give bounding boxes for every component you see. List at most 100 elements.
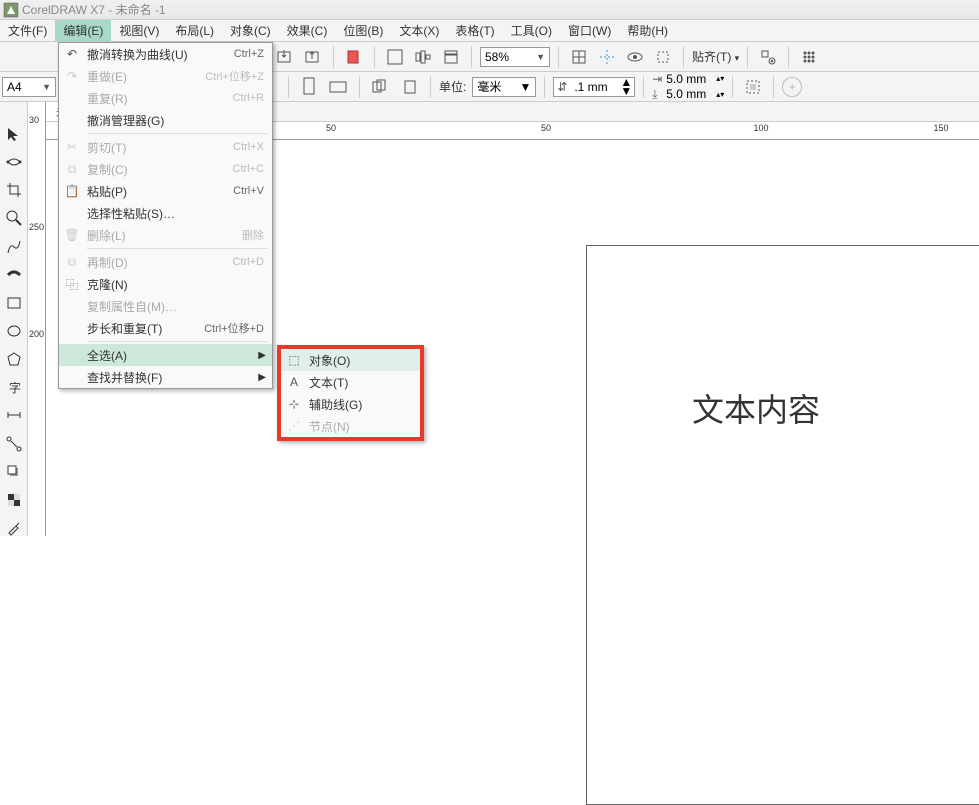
units-selector[interactable]: 毫米 ▼ xyxy=(472,77,536,97)
polygon-tool-icon[interactable] xyxy=(3,351,25,367)
guides-icon: ⊹ xyxy=(285,397,303,411)
plus-icon: + xyxy=(789,80,796,94)
sample-text-object[interactable]: 文本内容 xyxy=(692,385,820,431)
menu-step-repeat[interactable]: 步长和重复(T)Ctrl+位移+D xyxy=(59,317,272,339)
clone-icon: ⿻ xyxy=(63,276,81,293)
app-launcher-icon[interactable] xyxy=(797,45,821,69)
zoom-value: 58% xyxy=(485,50,509,64)
add-preset-button[interactable]: + xyxy=(782,77,802,97)
app-title: CorelDRAW X7 - 未命名 -1 xyxy=(22,1,166,18)
paper-size-selector[interactable]: A4 ▼ xyxy=(2,77,56,97)
dup-y-icon: ⤓ xyxy=(652,87,666,102)
nodes-icon: ⋰ xyxy=(285,419,303,433)
nudge-distance-input[interactable]: ⇵ .1 mm ▲▼ xyxy=(553,77,635,97)
eyedropper-tool-icon[interactable] xyxy=(3,520,25,536)
duplicate-icon: ⧉ xyxy=(63,255,81,270)
text-tool-icon[interactable]: 字 xyxy=(3,379,25,395)
copy-icon: ⧉ xyxy=(63,162,81,177)
drop-shadow-tool-icon[interactable] xyxy=(3,464,25,480)
menu-bitmap[interactable]: 位图(B) xyxy=(335,20,391,41)
ellipse-tool-icon[interactable] xyxy=(3,323,25,339)
orientation-portrait-icon[interactable] xyxy=(297,75,321,99)
undo-icon: ↶ xyxy=(63,47,81,61)
submenu-guides[interactable]: ⊹ 辅助线(G) xyxy=(281,393,420,415)
menu-effects[interactable]: 效果(C) xyxy=(279,20,336,41)
vertical-ruler: 30 250 200 xyxy=(28,102,46,536)
zoom-level-input[interactable]: 58% ▼ xyxy=(480,47,550,67)
menu-help[interactable]: 帮助(H) xyxy=(619,20,676,41)
menu-cut: ✂ 剪切(T)Ctrl+X xyxy=(59,136,272,158)
menu-table[interactable]: 表格(T) xyxy=(447,20,502,41)
rectangle-tool-icon[interactable] xyxy=(3,295,25,311)
text-icon: A xyxy=(285,375,303,389)
menu-undo-manager[interactable]: 撤消管理器(G) xyxy=(59,109,272,131)
edit-menu-dropdown: ↶ 撤消转换为曲线(U)Ctrl+Z ↷ 重做(E)Ctrl+位移+Z 重复(R… xyxy=(58,42,273,389)
show-grid-icon[interactable] xyxy=(567,45,591,69)
nudge-value: .1 mm xyxy=(570,80,620,94)
menu-text[interactable]: 文本(X) xyxy=(391,20,447,41)
show-printable-icon[interactable] xyxy=(651,45,675,69)
treat-as-filled-icon[interactable] xyxy=(741,75,765,99)
chevron-down-icon: ▼ xyxy=(42,82,51,92)
zoom-tool-icon[interactable] xyxy=(3,210,25,226)
dup-x-value[interactable]: 5.0 mm xyxy=(666,72,716,86)
units-value: 毫米 xyxy=(477,78,501,95)
dup-x-icon: ⇥ xyxy=(652,72,666,86)
transparency-tool-icon[interactable] xyxy=(3,492,25,508)
export-icon[interactable] xyxy=(301,45,325,69)
paste-icon: 📋 xyxy=(63,184,81,198)
menu-clone[interactable]: ⿻ 克隆(N) xyxy=(59,273,272,295)
dup-y-value[interactable]: 5.0 mm xyxy=(666,87,716,101)
duplicate-distance-group: ⇥5.0 mm▴▾ ⤓5.0 mm▴▾ xyxy=(652,72,724,102)
menu-paste[interactable]: 📋 粘贴(P)Ctrl+V xyxy=(59,180,272,202)
units-label: 单位: xyxy=(439,78,466,95)
menu-find-replace[interactable]: 查找并替换(F)▶ xyxy=(59,366,272,388)
publish-pdf-icon[interactable] xyxy=(342,45,366,69)
menu-object[interactable]: 对象(C) xyxy=(222,20,279,41)
show-guides-icon[interactable] xyxy=(595,45,619,69)
current-page-icon[interactable] xyxy=(398,75,422,99)
menu-file[interactable]: 文件(F) xyxy=(0,20,55,41)
show-rulers-icon[interactable] xyxy=(439,45,463,69)
title-bar: CorelDRAW X7 - 未命名 -1 xyxy=(0,0,979,20)
menu-window[interactable]: 窗口(W) xyxy=(560,20,619,41)
menu-copy-properties: 复制属性自(M)… xyxy=(59,295,272,317)
menu-undo[interactable]: ↶ 撤消转换为曲线(U)Ctrl+Z xyxy=(59,43,272,65)
svg-text:字: 字 xyxy=(9,380,21,395)
menu-copy: ⧉ 复制(C)Ctrl+C xyxy=(59,158,272,180)
shape-tool-icon[interactable] xyxy=(3,154,25,170)
menu-select-all[interactable]: 全选(A)▶ xyxy=(59,344,272,366)
menu-layout[interactable]: 布局(L) xyxy=(167,20,222,41)
menu-paste-special[interactable]: 选择性粘贴(S)… xyxy=(59,202,272,224)
orientation-landscape-icon[interactable] xyxy=(327,75,351,99)
all-pages-icon[interactable] xyxy=(368,75,392,99)
import-icon[interactable] xyxy=(273,45,297,69)
snap-to-dropdown[interactable]: 贴齐(T) ▾ xyxy=(692,48,739,65)
artistic-media-icon[interactable] xyxy=(3,267,25,283)
menu-view[interactable]: 视图(V) xyxy=(111,20,167,41)
chevron-down-icon: ▼ xyxy=(536,52,545,62)
dimension-tool-icon[interactable] xyxy=(3,407,25,423)
page-boundary xyxy=(586,245,979,805)
menu-edit[interactable]: 编辑(E) xyxy=(55,20,111,41)
fullscreen-icon[interactable] xyxy=(383,45,407,69)
submenu-nodes: ⋰ 节点(N) xyxy=(281,415,420,437)
submenu-objects[interactable]: ⬚ 对象(O) xyxy=(281,349,420,371)
crop-tool-icon[interactable] xyxy=(3,182,25,198)
freehand-tool-icon[interactable] xyxy=(3,239,25,255)
submenu-arrow-icon: ▶ xyxy=(258,350,266,361)
menu-redo: ↷ 重做(E)Ctrl+位移+Z xyxy=(59,65,272,87)
zoom-levels-icon[interactable] xyxy=(411,45,435,69)
submenu-text[interactable]: A 文本(T) xyxy=(281,371,420,393)
select-all-submenu: ⬚ 对象(O) A 文本(T) ⊹ 辅助线(G) ⋰ 节点(N) xyxy=(277,345,424,441)
nudge-icon: ⇵ xyxy=(554,80,570,94)
spinner-buttons[interactable]: ▲▼ xyxy=(620,78,634,96)
connector-tool-icon[interactable] xyxy=(3,436,25,452)
objects-icon: ⬚ xyxy=(285,353,303,367)
menu-tools[interactable]: 工具(O) xyxy=(503,20,560,41)
submenu-arrow-icon: ▶ xyxy=(258,372,266,383)
chevron-down-icon: ▼ xyxy=(519,80,531,94)
pick-tool-icon[interactable] xyxy=(3,126,25,142)
preview-icon[interactable] xyxy=(623,45,647,69)
options-icon[interactable] xyxy=(756,45,780,69)
